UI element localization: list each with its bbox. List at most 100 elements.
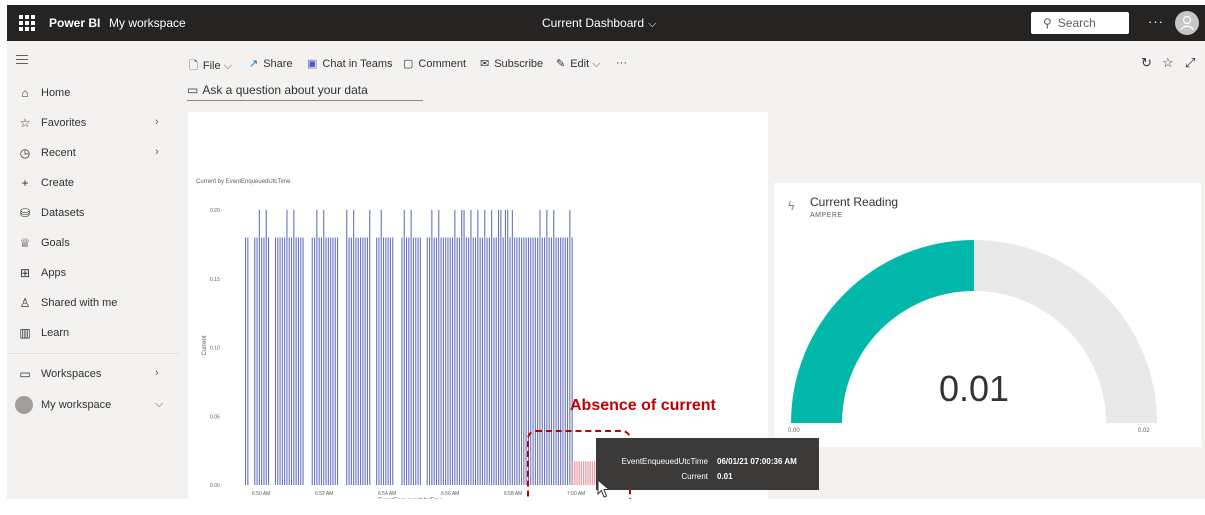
comment-button[interactable]: ▢ Comment: [403, 57, 466, 70]
bar: [320, 237, 322, 485]
account-avatar[interactable]: [1175, 11, 1199, 35]
sidebar-item-label: Home: [41, 87, 71, 99]
bar: [311, 237, 313, 485]
app-name[interactable]: Power BI: [49, 16, 100, 30]
bar: [346, 210, 348, 485]
sidebar-item-apps[interactable]: ⊞ Apps: [7, 260, 179, 288]
bar: [332, 237, 334, 485]
bar: [484, 210, 486, 485]
bar: [300, 237, 302, 485]
file-menu[interactable]: 🗋 File ⌵: [189, 57, 232, 76]
search-input[interactable]: ⚲ Search: [1031, 12, 1129, 34]
sidebar-item-label: Datasets: [41, 207, 85, 219]
workspace-breadcrumb[interactable]: My workspace: [109, 16, 186, 30]
chat-in-teams-button[interactable]: ▣ Chat in Teams: [307, 57, 393, 70]
app-launcher-icon[interactable]: [19, 15, 35, 31]
search-placeholder: Search: [1057, 16, 1096, 30]
more-options-icon[interactable]: ···: [616, 57, 627, 69]
bar: [274, 237, 276, 485]
favorite-star-icon[interactable]: ☆: [1162, 55, 1174, 71]
search-icon: ⚲: [1043, 16, 1052, 30]
x-tick-label: 6:56 AM: [441, 491, 459, 497]
dashboard-title: Current Dashboard: [542, 16, 645, 30]
edit-menu[interactable]: ✎ Edit ⌵: [556, 57, 601, 71]
sidebar-item-label: Workspaces: [41, 368, 102, 380]
subscribe-button[interactable]: ✉ Subscribe: [480, 57, 543, 70]
sidebar-item-label: Apps: [41, 267, 67, 279]
sidebar-item-label: My workspace: [41, 399, 112, 411]
bar: [445, 237, 447, 485]
chevron-right-icon[interactable]: ›: [155, 116, 159, 128]
apps-icon: ⊞: [19, 266, 31, 280]
bar: [286, 210, 288, 485]
bar: [288, 237, 290, 485]
bar: [327, 237, 329, 485]
chevron-right-icon[interactable]: ›: [155, 146, 159, 158]
star-icon: ☆: [19, 116, 31, 130]
sidebar-item-shared-with-me[interactable]: ♙ Shared with me: [7, 290, 179, 318]
bar: [502, 237, 504, 485]
bar: [463, 210, 465, 485]
bar: [318, 237, 320, 485]
sidebar-item-learn[interactable]: ▥ Learn: [7, 320, 179, 348]
bar: [475, 237, 477, 485]
bar: [295, 237, 297, 485]
sidebar-item-create[interactable]: + Create: [7, 170, 179, 198]
hamburger-menu-icon[interactable]: [16, 55, 28, 67]
share-button[interactable]: ↗ Share: [249, 57, 293, 70]
bar: [415, 237, 417, 485]
y-tick-label: 0.10: [210, 346, 220, 352]
bar: [442, 237, 444, 485]
more-options-icon[interactable]: ···: [1148, 14, 1164, 29]
bar: [440, 237, 442, 485]
bar: [454, 210, 456, 485]
bar: [518, 237, 520, 485]
qna-placeholder: Ask a question about your data: [202, 83, 368, 97]
bar: [364, 237, 366, 485]
x-tick-label: 6:54 AM: [378, 491, 396, 497]
qna-input[interactable]: ▭ Ask a question about your data: [187, 83, 423, 101]
database-icon: ⛁: [19, 206, 31, 220]
comment-icon: ▢: [403, 58, 414, 70]
bar: [291, 237, 293, 485]
trophy-icon: ♕: [19, 236, 31, 250]
edit-label: Edit: [570, 58, 590, 70]
fullscreen-icon[interactable]: ⤢: [1185, 55, 1195, 71]
sidebar-item-datasets[interactable]: ⛁ Datasets: [7, 200, 179, 228]
sidebar-item-goals[interactable]: ♕ Goals: [7, 230, 179, 258]
refresh-icon[interactable]: ↻: [1141, 55, 1152, 71]
bar: [429, 237, 431, 485]
person-icon: [1180, 15, 1194, 31]
sidebar-item-workspaces[interactable]: ▭ Workspaces ›: [7, 361, 179, 389]
bar: [481, 237, 483, 485]
chevron-down-icon[interactable]: ⌵: [155, 398, 163, 411]
bar: [521, 237, 523, 485]
sidebar-item-favorites[interactable]: ☆ Favorites ›: [7, 110, 179, 138]
sidebar-item-home[interactable]: ⌂ Home: [7, 80, 179, 108]
bar: [355, 237, 357, 485]
bar: [447, 237, 449, 485]
bar: [401, 237, 403, 485]
bar: [337, 237, 339, 485]
sidebar-item-my-workspace[interactable]: My workspace ⌵: [7, 392, 179, 420]
bar: [491, 210, 493, 485]
bar: [360, 237, 362, 485]
x-tick-label: 6:52 AM: [315, 491, 333, 497]
y-axis-title: Current: [202, 335, 208, 355]
share-label: Share: [263, 58, 293, 70]
bar: [348, 237, 350, 485]
sidebar-item-recent[interactable]: ◷ Recent ›: [7, 140, 179, 168]
bar: [509, 237, 511, 485]
bar: [456, 237, 458, 485]
y-tick-label: 0.15: [210, 277, 220, 283]
bar: [330, 237, 332, 485]
bar: [279, 237, 281, 485]
gauge-tile[interactable]: ϟ Current Reading AMPERE 0.01 0.00 0.02: [774, 183, 1201, 447]
chevron-right-icon[interactable]: ›: [155, 367, 159, 379]
bar: [325, 237, 327, 485]
clock-icon: ◷: [19, 146, 31, 160]
chevron-down-icon: ⌵: [592, 58, 601, 70]
bar: [406, 237, 408, 485]
y-tick-label: 0.05: [210, 414, 220, 420]
dashboard-title-dropdown[interactable]: Current Dashboard ⌵: [542, 16, 656, 31]
